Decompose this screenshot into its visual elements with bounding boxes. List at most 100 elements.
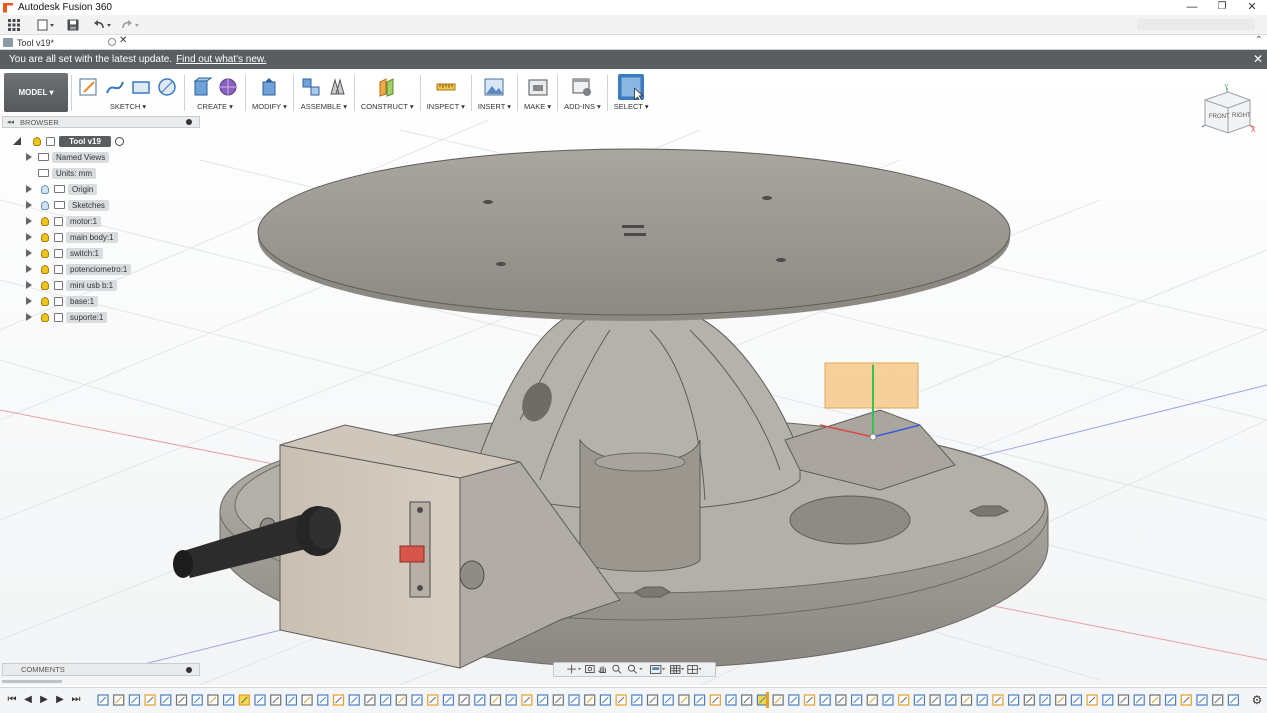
timeline-feature-icon[interactable]	[976, 694, 988, 706]
timeline-feature-icon[interactable]	[1039, 694, 1051, 706]
visibility-bulb-icon[interactable]	[41, 312, 49, 322]
timeline-feature-icon[interactable]	[552, 694, 564, 706]
construct-group[interactable]: CONSTRUCT ▾	[358, 73, 417, 112]
display-settings-icon[interactable]	[650, 665, 666, 674]
timeline-feature-icon[interactable]	[160, 694, 172, 706]
offset-plane-icon[interactable]	[376, 76, 398, 98]
tree-item[interactable]: switch:1	[26, 247, 103, 259]
close-window-button[interactable]: ✕	[1237, 0, 1267, 15]
redo-icon[interactable]	[120, 16, 142, 34]
line-icon[interactable]	[104, 76, 126, 98]
visibility-bulb-icon[interactable]	[33, 136, 41, 146]
origin-label[interactable]: Origin	[68, 183, 98, 195]
timeline-play-button[interactable]: ▶	[38, 694, 50, 706]
circle-icon[interactable]	[156, 76, 178, 98]
tree-item[interactable]: Sketches	[26, 199, 109, 211]
timeline-feature-icon[interactable]	[1102, 694, 1114, 706]
collapse-tabs-icon[interactable]: ⌃	[1255, 35, 1263, 46]
press-pull-icon[interactable]	[258, 76, 280, 98]
timeline-feature-icon[interactable]	[175, 694, 188, 706]
create-group[interactable]: CREATE ▾	[188, 73, 242, 112]
timeline-feature-icon[interactable]	[756, 694, 769, 706]
timeline-previous-button[interactable]: ◀	[22, 694, 34, 706]
measure-icon[interactable]	[435, 76, 457, 98]
timeline-feature-icon[interactable]	[427, 694, 439, 706]
timeline-feature-icon[interactable]	[631, 694, 643, 706]
timeline-feature-icon[interactable]	[505, 694, 517, 706]
timeline-feature-icon[interactable]	[301, 694, 313, 706]
timeline-feature-icon[interactable]	[380, 694, 392, 706]
timeline-feature-icon[interactable]	[693, 694, 706, 706]
expand-arrow-icon[interactable]	[26, 153, 32, 161]
timeline-feature-icon[interactable]	[442, 694, 454, 706]
timeline-feature-icon[interactable]	[1023, 694, 1035, 706]
tree-root[interactable]: Tool v19	[13, 135, 124, 147]
activate-radio-icon[interactable]	[115, 136, 124, 146]
inspect-group[interactable]: INSPECT ▾	[424, 73, 468, 112]
insert-menu[interactable]: INSERT ▾	[478, 102, 511, 111]
timeline-feature-icon[interactable]	[725, 694, 737, 706]
timeline-feature-icon[interactable]	[1117, 694, 1130, 706]
create-menu[interactable]: CREATE ▾	[197, 102, 233, 111]
base-label[interactable]: base:1	[66, 295, 99, 307]
tree-item[interactable]: mini usb b:1	[26, 279, 118, 291]
comments-panel[interactable]: COMMENTS	[2, 663, 200, 676]
units-label[interactable]: Units: mm	[52, 167, 96, 179]
timeline-feature-icon[interactable]	[1007, 694, 1020, 706]
timeline-feature-icon[interactable]	[913, 694, 926, 706]
timeline-feature-icon[interactable]	[489, 694, 502, 706]
save-icon[interactable]	[66, 16, 80, 34]
undo-icon[interactable]	[92, 16, 114, 34]
new-component-icon[interactable]	[300, 76, 322, 98]
browser-pin-icon[interactable]	[186, 119, 192, 125]
grid-settings-icon[interactable]	[670, 665, 685, 674]
root-component-label[interactable]: Tool v19	[59, 135, 111, 147]
expand-arrow-icon[interactable]	[26, 281, 32, 289]
timeline-feature-icon[interactable]	[1164, 694, 1177, 706]
file-icon[interactable]	[36, 16, 56, 34]
timeline-next-button[interactable]: ▶	[54, 694, 66, 706]
insert-group[interactable]: INSERT ▾	[475, 73, 514, 112]
tree-item[interactable]: motor:1	[26, 215, 102, 227]
document-tab[interactable]: Tool v19* ✕	[3, 35, 131, 49]
timeline-track[interactable]	[95, 691, 1245, 709]
visibility-bulb-icon[interactable]	[41, 280, 49, 290]
whats-new-link[interactable]: Find out what's new.	[176, 54, 266, 65]
construct-menu[interactable]: CONSTRUCT ▾	[361, 102, 414, 111]
addins-menu[interactable]: ADD-INS ▾	[564, 102, 601, 111]
viewcube-right-label[interactable]: RIGHT	[1232, 113, 1251, 119]
timeline-feature-icon[interactable]	[223, 694, 235, 706]
timeline-feature-icon[interactable]	[207, 694, 219, 706]
timeline-feature-icon[interactable]	[803, 694, 816, 706]
visibility-bulb-icon[interactable]	[41, 184, 49, 194]
timeline-feature-icon[interactable]	[615, 694, 627, 706]
visibility-bulb-icon[interactable]	[41, 200, 49, 210]
switch-lever[interactable]	[399, 545, 425, 563]
timeline-feature-icon[interactable]	[144, 694, 156, 706]
timeline-settings-button[interactable]: ⚙	[1251, 694, 1263, 706]
timeline-feature-icon[interactable]	[898, 694, 910, 706]
minimize-button[interactable]: —	[1177, 0, 1207, 15]
switch-label[interactable]: switch:1	[66, 247, 103, 259]
look-at-icon[interactable]	[585, 665, 595, 673]
tree-item[interactable]: base:1	[26, 295, 99, 307]
expand-arrow-icon[interactable]	[26, 185, 32, 193]
timeline-feature-icon[interactable]	[835, 694, 847, 706]
timeline-feature-icon[interactable]	[646, 694, 659, 706]
select-menu[interactable]: SELECT ▾	[614, 102, 649, 111]
expand-arrow-icon[interactable]	[26, 217, 32, 225]
horizontal-scrollbar[interactable]	[2, 680, 62, 683]
select-group[interactable]: SELECT ▾	[611, 73, 652, 112]
visibility-bulb-icon[interactable]	[41, 264, 49, 274]
mini-usb-label[interactable]: mini usb b:1	[66, 279, 118, 291]
potenciometro-label[interactable]: potenciometro:1	[66, 263, 132, 275]
expand-arrow-icon[interactable]	[13, 136, 22, 146]
3d-print-icon[interactable]	[527, 76, 549, 98]
timeline-feature-icon[interactable]	[317, 694, 329, 706]
timeline-feature-icon[interactable]	[1149, 694, 1161, 706]
visibility-bulb-icon[interactable]	[41, 248, 49, 258]
tree-item[interactable]: Origin	[26, 183, 98, 195]
expand-arrow-icon[interactable]	[26, 249, 32, 257]
expand-arrow-icon[interactable]	[26, 201, 32, 209]
restore-button[interactable]: ❐	[1207, 0, 1237, 15]
